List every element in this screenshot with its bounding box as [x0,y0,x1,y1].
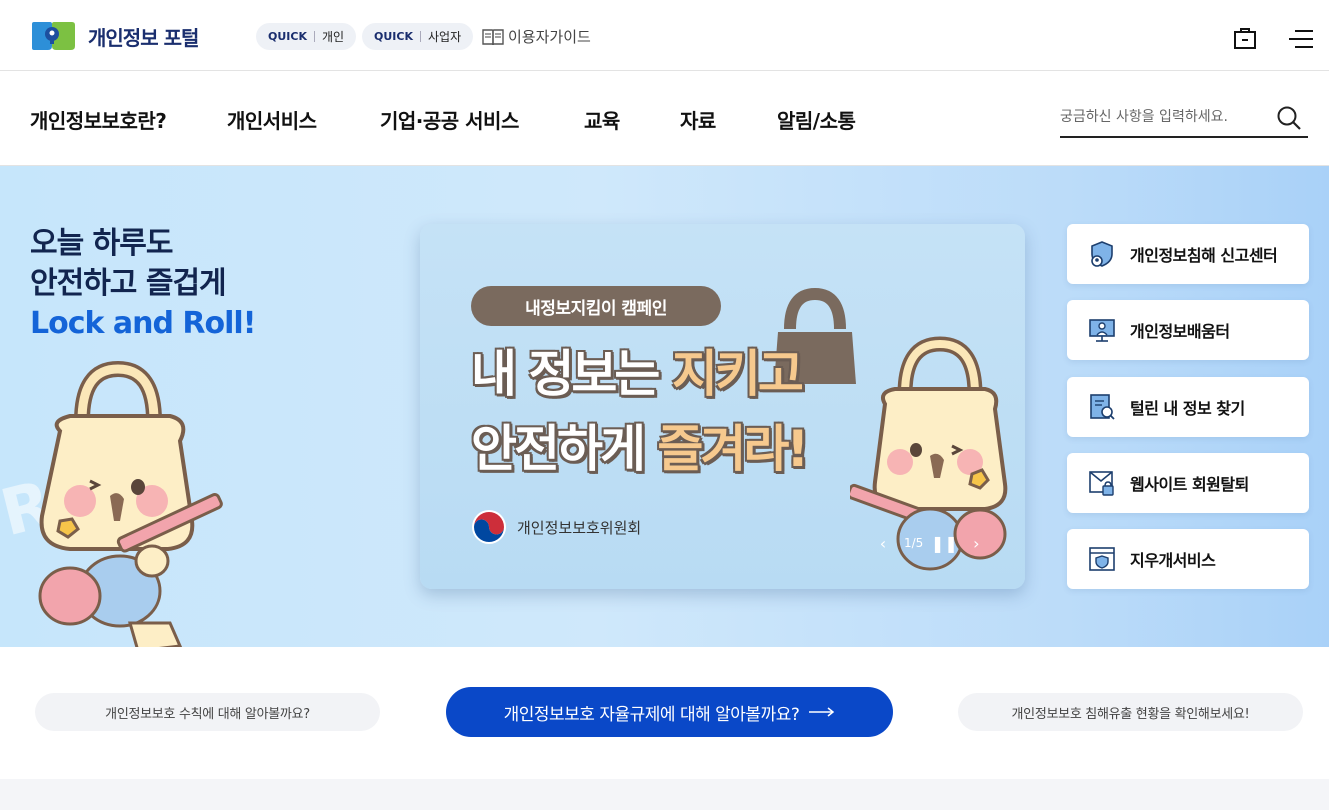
quick-prefix: QUICK [268,30,307,43]
divider [419,31,421,42]
service-website-withdrawal[interactable]: 웹사이트 회원탈퇴 [1067,453,1309,513]
top-utility-bar: 개인정보 포털 QUICK 개인 QUICK 사업자 이용자가이드 [0,0,1329,71]
browser-shield-icon [1087,544,1117,574]
quick-business-button[interactable]: QUICK 사업자 [362,23,474,50]
service-label: 털린 내 정보 찾기 [1130,399,1245,418]
shield-user-icon [1087,239,1117,269]
main-navigation: 개인정보보호란? 개인서비스 기업·공공 서비스 교육 자료 알림/소통 [0,71,1329,166]
service-label: 지우개서비스 [1130,551,1216,570]
campaign-label: 내정보지킴이 캠페인 [471,286,721,326]
quick-personal-label: 개인 [321,30,345,44]
site-logo[interactable]: 개인정보 포털 [28,20,199,52]
prev-slide-button[interactable]: ‹ [872,532,894,554]
hero-section: ROLL LOCK 오늘 하루도 안전하고 즐겁게 Lock and Roll!… [0,166,1329,647]
banner-text: 안전하게 [471,420,658,478]
service-label: 개인정보침해 신고센터 [1130,246,1278,265]
banner-highlight: 지키고 [671,345,804,403]
campaign-banner[interactable]: 내정보지킴이 캠페인 내 정보는 지키고 안전하게 즐겨라! 개인정보보호위원회 [420,224,1025,589]
hero-title-line1: 오늘 하루도 [30,226,173,261]
book-icon [482,28,504,45]
nav-item-notice[interactable]: 알림/소통 [777,105,856,134]
nav-item-about[interactable]: 개인정보보호란? [30,105,167,134]
service-label: 개인정보배움터 [1130,322,1230,341]
info-privacy-rules-link[interactable]: 개인정보보호 수칙에 대해 알아볼까요? [35,693,380,731]
mascot-lock-guitar-illustration [38,361,223,647]
logo-text: 개인정보 포털 [88,25,199,50]
lock-box-icon[interactable] [1233,26,1257,54]
banner-headline-line2: 안전하게 즐겨라! [471,409,809,481]
arrow-right-icon [809,707,835,717]
nav-item-business-services[interactable]: 기업·공공 서비스 [380,105,519,134]
organization-credit: 개인정보보호위원회 [471,509,641,545]
next-slide-button[interactable]: › [965,532,987,554]
search-input[interactable] [1060,101,1270,133]
document-search-icon [1087,392,1117,422]
envelope-lock-icon [1087,468,1117,498]
hero-title-line2: 안전하고 즐겁게 [30,266,227,301]
search-box [1060,101,1308,138]
quick-prefix: QUICK [374,30,413,43]
service-privacy-report-center[interactable]: 개인정보침해 신고센터 [1067,224,1309,284]
nav-item-resources[interactable]: 자료 [680,105,716,134]
banner-highlight: 즐겨라! [657,420,809,478]
footer-strip [0,779,1329,810]
quick-business-label: 사업자 [427,30,462,44]
quick-personal-button[interactable]: QUICK 개인 [256,23,357,50]
slide-controls: ‹ 1/5 ❚❚ › [872,532,987,554]
search-icon[interactable] [1276,105,1302,131]
service-privacy-learning[interactable]: 개인정보배움터 [1067,300,1309,360]
organization-name: 개인정보보호위원회 [517,518,642,537]
government-emblem-icon [472,510,506,544]
service-eraser[interactable]: 지우개서비스 [1067,529,1309,589]
user-guide-link[interactable]: 이용자가이드 [482,26,591,47]
info-breach-status-link[interactable]: 개인정보보호 침해유출 현황을 확인해보세요! [958,693,1303,731]
divider [313,31,315,42]
user-guide-label: 이용자가이드 [508,28,591,46]
info-self-regulation-button[interactable]: 개인정보보호 자율규제에 대해 알아볼까요? [446,687,893,737]
pause-button[interactable]: ❚❚ [931,532,958,554]
service-label: 웹사이트 회원탈퇴 [1130,475,1249,494]
hamburger-menu-icon[interactable] [1289,29,1313,53]
service-leaked-info-search[interactable]: 털린 내 정보 찾기 [1067,377,1309,437]
monitor-teacher-icon [1087,315,1117,345]
nav-item-education[interactable]: 교육 [584,105,620,134]
info-self-regulation-label: 개인정보보호 자율규제에 대해 알아볼까요? [503,704,800,725]
banner-headline-line1: 내 정보는 지키고 [471,334,804,406]
hero-title-accent: Lock and Roll! [30,306,256,341]
banner-text: 내 정보는 [471,345,672,403]
slide-counter: 1/5 [904,536,924,550]
hero-headline: 오늘 하루도 안전하고 즐겁게 Lock and Roll! [30,224,256,344]
nav-item-personal-services[interactable]: 개인서비스 [227,105,317,134]
logo-mark-icon [32,22,75,50]
